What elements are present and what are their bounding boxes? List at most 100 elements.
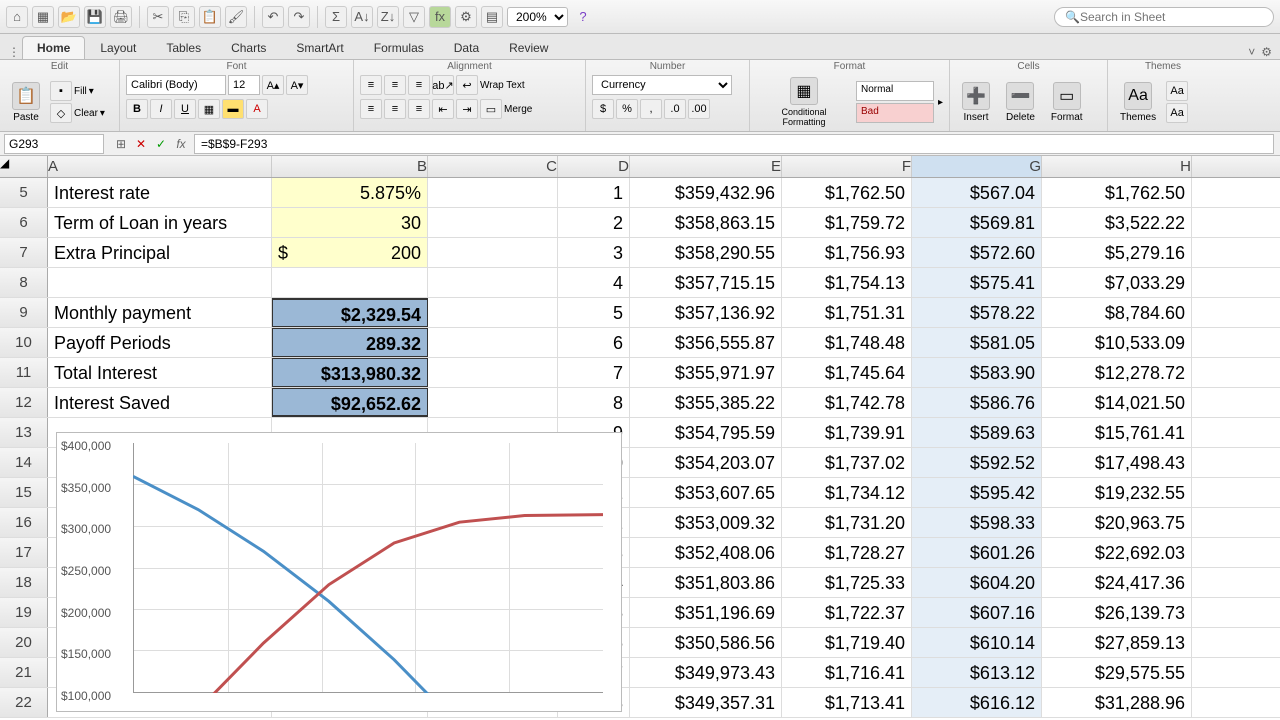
accept-formula-icon[interactable]: ✓ bbox=[152, 135, 170, 153]
cell-F16[interactable]: $1,731.20 bbox=[782, 508, 912, 537]
cell-D8[interactable]: 4 bbox=[558, 268, 630, 297]
name-box[interactable] bbox=[4, 134, 104, 154]
theme-colors-icon[interactable]: Aa bbox=[1166, 81, 1188, 101]
help-icon[interactable]: ? bbox=[572, 6, 594, 28]
select-all-corner[interactable]: ◢ bbox=[0, 156, 48, 177]
toolbox-icon[interactable]: ⚙ bbox=[455, 6, 477, 28]
pivot-icon[interactable]: ▤ bbox=[481, 6, 503, 28]
cell-E17[interactable]: $352,408.06 bbox=[630, 538, 782, 567]
cell-G16[interactable]: $598.33 bbox=[912, 508, 1042, 537]
cell-G15[interactable]: $595.42 bbox=[912, 478, 1042, 507]
tab-data[interactable]: Data bbox=[439, 36, 494, 59]
cell-H10[interactable]: $10,533.09 bbox=[1042, 328, 1192, 357]
save-icon[interactable]: 💾 bbox=[84, 6, 106, 28]
redo-icon[interactable]: ↷ bbox=[288, 6, 310, 28]
cell-D7[interactable]: 3 bbox=[558, 238, 630, 267]
cell-F17[interactable]: $1,728.27 bbox=[782, 538, 912, 567]
cell-G8[interactable]: $575.41 bbox=[912, 268, 1042, 297]
tab-review[interactable]: Review bbox=[494, 36, 563, 59]
cell-H5[interactable]: $1,762.50 bbox=[1042, 178, 1192, 207]
cell-D10[interactable]: 6 bbox=[558, 328, 630, 357]
copy-icon[interactable]: ⎘ bbox=[173, 6, 195, 28]
font-name-select[interactable] bbox=[126, 75, 226, 95]
filter-icon[interactable]: ▽ bbox=[403, 6, 425, 28]
tab-charts[interactable]: Charts bbox=[216, 36, 281, 59]
cell-H16[interactable]: $20,963.75 bbox=[1042, 508, 1192, 537]
ribbon-settings-icon[interactable]: ⚙ bbox=[1261, 45, 1272, 59]
comma-icon[interactable]: , bbox=[640, 99, 662, 119]
cell-C5[interactable] bbox=[428, 178, 558, 207]
cell-E18[interactable]: $351,803.86 bbox=[630, 568, 782, 597]
shrink-font-icon[interactable]: A▾ bbox=[286, 75, 308, 95]
cell-A10[interactable]: Payoff Periods bbox=[48, 328, 272, 357]
wrap-text-icon[interactable]: ↩ bbox=[456, 75, 478, 95]
cell-G9[interactable]: $578.22 bbox=[912, 298, 1042, 327]
ribbon-handle-icon[interactable]: ⋮ bbox=[8, 45, 22, 59]
cell-H12[interactable]: $14,021.50 bbox=[1042, 388, 1192, 417]
cell-E19[interactable]: $351,196.69 bbox=[630, 598, 782, 627]
percent-icon[interactable]: % bbox=[616, 99, 638, 119]
cell-F14[interactable]: $1,737.02 bbox=[782, 448, 912, 477]
cell-H17[interactable]: $22,692.03 bbox=[1042, 538, 1192, 567]
cell-B11[interactable]: $313,980.32 bbox=[272, 358, 428, 387]
cell-G12[interactable]: $586.76 bbox=[912, 388, 1042, 417]
cell-D5[interactable]: 1 bbox=[558, 178, 630, 207]
cell-G7[interactable]: $572.60 bbox=[912, 238, 1042, 267]
row-header[interactable]: 9 bbox=[0, 298, 48, 327]
cell-D6[interactable]: 2 bbox=[558, 208, 630, 237]
cell-F9[interactable]: $1,751.31 bbox=[782, 298, 912, 327]
col-header-G[interactable]: G bbox=[912, 156, 1042, 177]
cell-B9[interactable]: $2,329.54 bbox=[272, 298, 428, 327]
paste-icon[interactable]: 📋 bbox=[199, 6, 221, 28]
cell-E9[interactable]: $357,136.92 bbox=[630, 298, 782, 327]
cell-E16[interactable]: $353,009.32 bbox=[630, 508, 782, 537]
row-header[interactable]: 14 bbox=[0, 448, 48, 477]
cell-D12[interactable]: 8 bbox=[558, 388, 630, 417]
align-bottom-icon[interactable]: ≡ bbox=[408, 75, 430, 95]
fx-label-icon[interactable]: fx bbox=[172, 135, 190, 153]
chevron-down-icon[interactable]: ▾ bbox=[89, 86, 94, 97]
row-header[interactable]: 10 bbox=[0, 328, 48, 357]
delete-button[interactable]: ➖Delete bbox=[1000, 80, 1041, 125]
cell-F22[interactable]: $1,713.41 bbox=[782, 688, 912, 717]
cell-C8[interactable] bbox=[428, 268, 558, 297]
row-header[interactable]: 21 bbox=[0, 658, 48, 687]
cell-H20[interactable]: $27,859.13 bbox=[1042, 628, 1192, 657]
cell-G19[interactable]: $607.16 bbox=[912, 598, 1042, 627]
cell-A6[interactable]: Term of Loan in years bbox=[48, 208, 272, 237]
grow-font-icon[interactable]: A▴ bbox=[262, 75, 284, 95]
cell-E11[interactable]: $355,971.97 bbox=[630, 358, 782, 387]
tab-layout[interactable]: Layout bbox=[85, 36, 151, 59]
cell-B6[interactable]: 30 bbox=[272, 208, 428, 237]
cell-G5[interactable]: $567.04 bbox=[912, 178, 1042, 207]
cell-C12[interactable] bbox=[428, 388, 558, 417]
cell-E14[interactable]: $354,203.07 bbox=[630, 448, 782, 477]
cell-E21[interactable]: $349,973.43 bbox=[630, 658, 782, 687]
col-header-D[interactable]: D bbox=[558, 156, 630, 177]
align-middle-icon[interactable]: ≡ bbox=[384, 75, 406, 95]
font-color-button[interactable]: A bbox=[246, 99, 268, 119]
decimal-inc-icon[interactable]: .00 bbox=[688, 99, 710, 119]
row-header[interactable]: 8 bbox=[0, 268, 48, 297]
cell-E12[interactable]: $355,385.22 bbox=[630, 388, 782, 417]
chevron-down-icon[interactable]: ▾ bbox=[100, 108, 105, 119]
currency-icon[interactable]: $ bbox=[592, 99, 614, 119]
cell-E6[interactable]: $358,863.15 bbox=[630, 208, 782, 237]
cell-G13[interactable]: $589.63 bbox=[912, 418, 1042, 447]
row-header[interactable]: 7 bbox=[0, 238, 48, 267]
format-button[interactable]: ▭Format bbox=[1045, 80, 1089, 125]
cell-G17[interactable]: $601.26 bbox=[912, 538, 1042, 567]
tab-formulas[interactable]: Formulas bbox=[359, 36, 439, 59]
cell-F8[interactable]: $1,754.13 bbox=[782, 268, 912, 297]
row-header[interactable]: 22 bbox=[0, 688, 48, 717]
fill-color-button[interactable]: ▬ bbox=[222, 99, 244, 119]
cell-G21[interactable]: $613.12 bbox=[912, 658, 1042, 687]
search-input[interactable] bbox=[1080, 10, 1263, 24]
home-icon[interactable]: ⌂ bbox=[6, 6, 28, 28]
cell-C7[interactable] bbox=[428, 238, 558, 267]
cell-F21[interactable]: $1,716.41 bbox=[782, 658, 912, 687]
cell-H8[interactable]: $7,033.29 bbox=[1042, 268, 1192, 297]
cell-G18[interactable]: $604.20 bbox=[912, 568, 1042, 597]
zoom-select[interactable]: 200% bbox=[507, 7, 568, 27]
conditional-formatting-button[interactable]: ▦ Conditional Formatting bbox=[756, 75, 852, 129]
